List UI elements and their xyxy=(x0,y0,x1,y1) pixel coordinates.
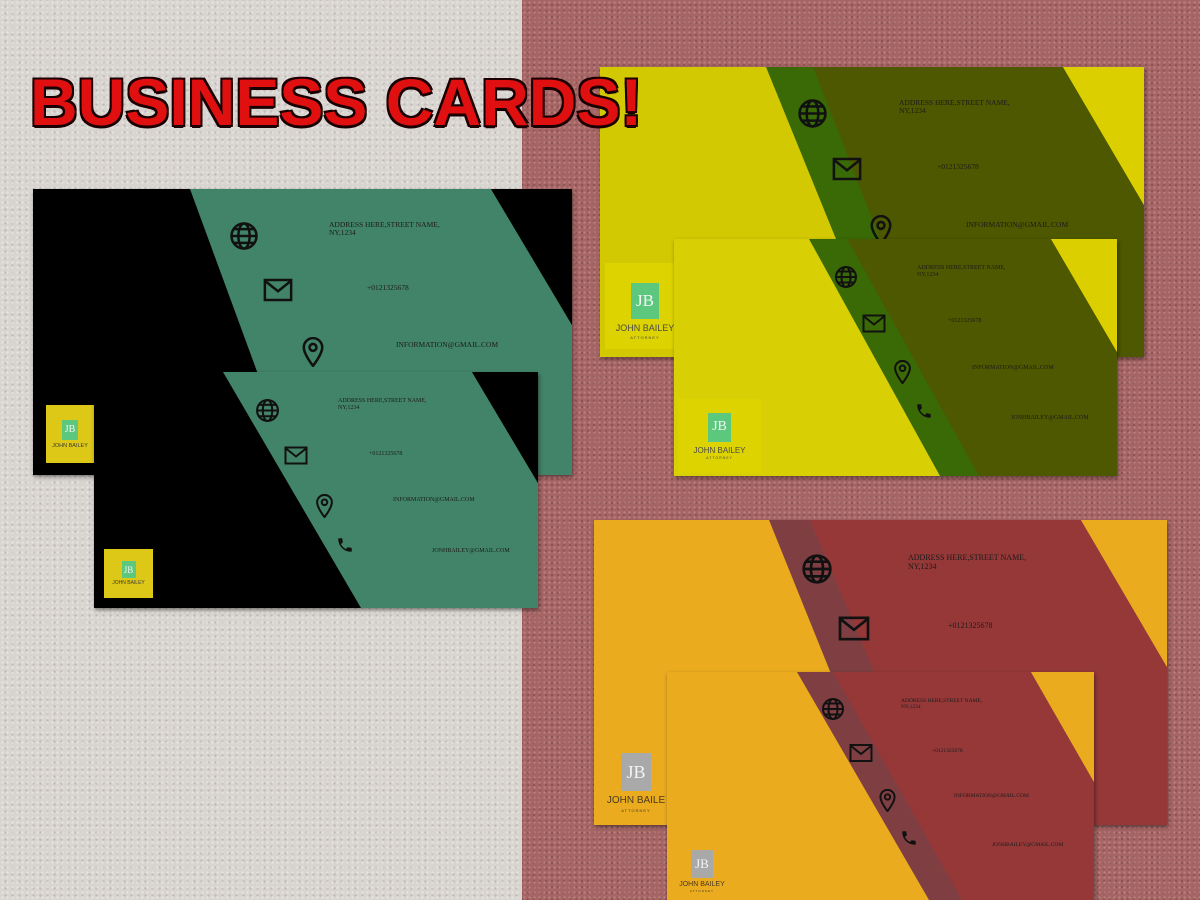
logo-name: JOHN BAILEY xyxy=(615,323,675,333)
location-pin-icon xyxy=(315,494,334,518)
address-text: ADDRESS HERE,STREET NAME, NY,1234 xyxy=(908,553,1027,571)
page-title: BUSINESS CARDS! xyxy=(30,65,643,139)
logo-role: ATTORNEY xyxy=(630,335,660,340)
location-pin-icon xyxy=(893,360,912,384)
monogram: JB xyxy=(121,561,136,578)
globe-icon xyxy=(797,98,828,129)
logo-role: ATTORNEY xyxy=(706,455,733,460)
globe-icon xyxy=(821,697,845,721)
envelope-icon xyxy=(849,743,873,763)
phone-text: +0121325678 xyxy=(932,748,963,754)
logo-name: JOHN BAILEY xyxy=(112,580,145,586)
envelope-icon xyxy=(263,277,293,303)
card-black-front: ADDRESS HERE,STREET NAME, NY,1234 +012132… xyxy=(94,372,538,608)
logo-role: ATTORNEY xyxy=(689,888,715,893)
logo-badge: JB JOHN BAILEY ATTORNEY xyxy=(672,846,732,896)
globe-icon xyxy=(834,265,858,289)
phone-icon xyxy=(336,536,354,554)
email-alt-text: JONHBAILEY@GMAIL.COM xyxy=(992,842,1064,848)
address-text: ADDRESS HERE,STREET NAME, NY,1234 xyxy=(901,698,983,711)
logo-name: JOHN BAILEY xyxy=(693,445,746,455)
email-alt-text: JONHBAILEY@GMAIL.COM xyxy=(432,548,510,554)
email-text: INFORMATION@GMAIL.COM xyxy=(954,793,1029,799)
logo-badge: JB JOHN BAILEY xyxy=(104,549,153,598)
address-text: ADDRESS HERE,STREET NAME, NY,1234 xyxy=(899,98,1010,116)
card-orange-front: ADDRESS HERE,STREET NAME, NY,1234 +012132… xyxy=(667,672,1094,900)
phone-icon xyxy=(900,829,918,847)
envelope-icon xyxy=(862,313,886,334)
envelope-icon xyxy=(832,156,862,182)
phone-text: +0121325678 xyxy=(948,318,982,324)
monogram: JB xyxy=(631,283,659,319)
phone-text: +0121325678 xyxy=(948,621,993,630)
monogram: JB xyxy=(621,753,651,791)
phone-text: +0121325678 xyxy=(369,451,403,457)
email-text: INFORMATION@GMAIL.COM xyxy=(393,497,475,503)
logo-name: JOHN BAILEY xyxy=(52,442,88,449)
monogram: JB xyxy=(708,412,731,442)
phone-text: +0121325678 xyxy=(367,283,409,292)
logo-badge: JB JOHN BAILE ATTORNEY xyxy=(602,748,670,818)
logo-badge: JB JOHN BAILEY ATTORNEY xyxy=(678,399,761,473)
phone-text: +0121325678 xyxy=(937,162,979,171)
monogram: JB xyxy=(691,849,713,878)
email-text: INFORMATION@GMAIL.COM xyxy=(966,220,1069,229)
envelope-icon xyxy=(284,445,308,466)
envelope-icon xyxy=(838,615,870,642)
card-yellow-front: ADDRESS HERE,STREET NAME, NY,1234 +012132… xyxy=(674,239,1117,476)
email-alt-text: JONHBAILEY@GMAIL.COM xyxy=(1011,415,1089,421)
email-text: INFORMATION@GMAIL.COM xyxy=(972,365,1054,371)
logo-badge: JB JOHN BAILEY xyxy=(46,405,94,463)
email-text: INFORMATION@GMAIL.COM xyxy=(396,340,499,349)
address-text: ADDRESS HERE,STREET NAME, NY,1234 xyxy=(329,220,440,238)
globe-icon xyxy=(229,221,259,251)
logo-badge: JB JOHN BAILEY ATTORNEY xyxy=(605,263,685,349)
logo-name: JOHN BAILE xyxy=(606,795,666,806)
logo-role: ATTORNEY xyxy=(621,808,651,813)
address-text: ADDRESS HERE,STREET NAME, NY,1234 xyxy=(917,265,1006,278)
globe-icon xyxy=(801,553,833,585)
phone-icon xyxy=(915,402,933,420)
monogram: JB xyxy=(62,419,78,440)
location-pin-icon xyxy=(301,337,325,367)
address-text: ADDRESS HERE,STREET NAME, NY,1234 xyxy=(338,398,427,411)
logo-name: JOHN BAILEY xyxy=(679,880,725,888)
location-pin-icon xyxy=(878,789,897,812)
globe-icon xyxy=(255,398,280,423)
